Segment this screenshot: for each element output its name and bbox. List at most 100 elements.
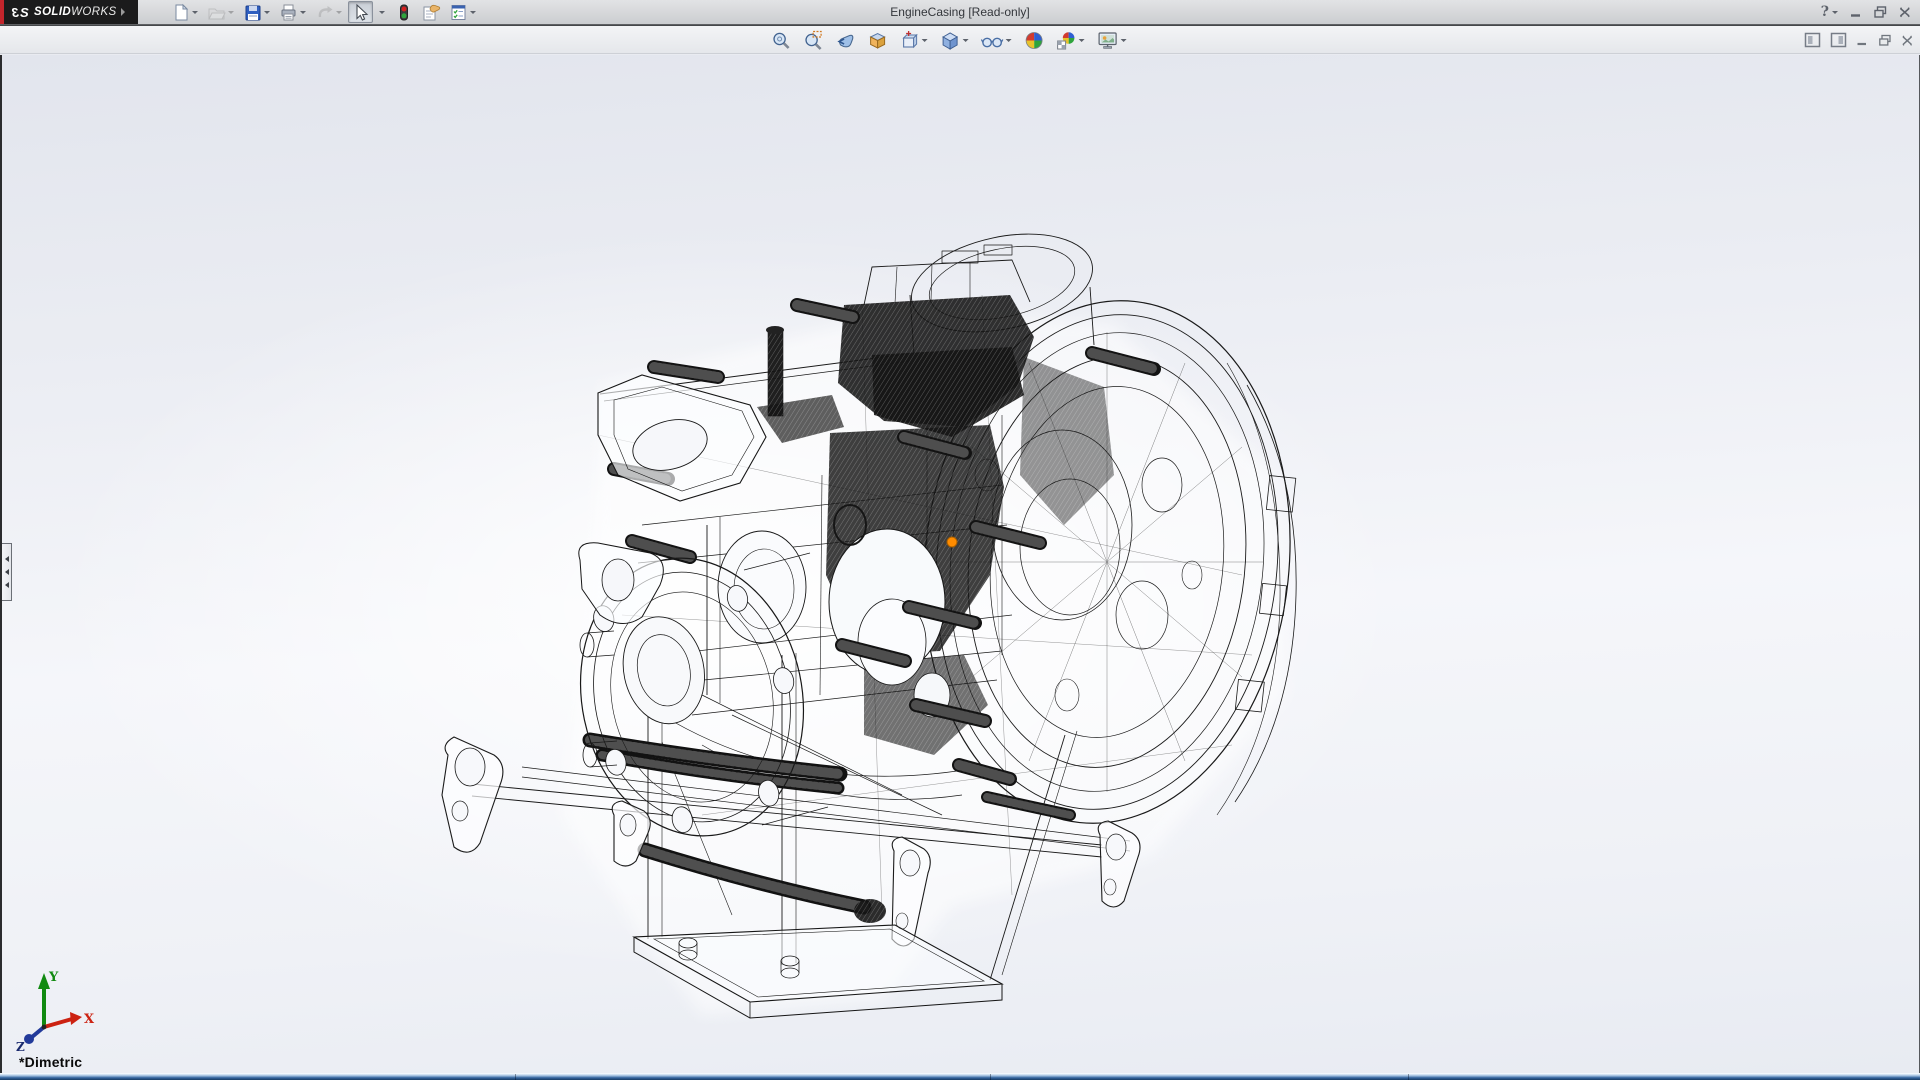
- undo-arrow-icon: [315, 3, 334, 22]
- collapse-arrow-icon: [5, 582, 9, 588]
- reference-triad: Y X Z: [2, 967, 98, 1055]
- svg-text:S: S: [20, 5, 29, 20]
- print-icon: [279, 3, 298, 22]
- traffic-light-button[interactable]: [391, 1, 416, 23]
- collapse-arrow-icon: [5, 556, 9, 562]
- dropdown-caret-icon[interactable]: [1832, 11, 1838, 14]
- dropdown-caret-icon: [379, 11, 385, 14]
- x-axis-label: X: [84, 1012, 95, 1027]
- z-axis-ball-icon: [24, 1034, 34, 1044]
- doc-minimize-button[interactable]: [1856, 34, 1869, 47]
- selection-point-marker[interactable]: [947, 537, 957, 547]
- help-icon: ?: [1821, 4, 1829, 20]
- close-button[interactable]: [1898, 5, 1912, 19]
- titlebar: 3 S SOLIDWORKS: [0, 0, 1920, 24]
- minimize-button[interactable]: [1849, 5, 1863, 19]
- open-document-button[interactable]: [204, 1, 238, 23]
- logo-wordmark: SOLIDWORKS: [34, 6, 117, 18]
- dropdown-caret-icon[interactable]: [470, 11, 476, 14]
- svg-text:3: 3: [11, 5, 19, 20]
- view-settings-button[interactable]: [1094, 27, 1131, 53]
- dropdown-caret-icon[interactable]: [336, 11, 342, 14]
- quick-access-toolbar: [168, 0, 480, 24]
- view-orientation-label: *Dimetric: [19, 1054, 82, 1070]
- bottom-window-frame: [0, 1073, 1920, 1080]
- zoom-to-fit-icon: [771, 30, 792, 51]
- headsup-view-toolbar: [768, 26, 1131, 54]
- doc-close-button[interactable]: [1901, 34, 1914, 47]
- select-tool-button[interactable]: [348, 1, 373, 23]
- window-controls: ?: [1821, 0, 1912, 24]
- pane-left-icon: [1804, 32, 1821, 48]
- eyeglasses-icon: [981, 30, 1004, 51]
- pane-left-button[interactable]: [1804, 32, 1821, 48]
- section-view-icon: [867, 30, 888, 51]
- z-axis-label: Z: [16, 1040, 25, 1054]
- 3ds-logo-icon: 3 S: [9, 4, 31, 20]
- zoom-to-area-button[interactable]: [800, 27, 827, 53]
- section-view-button[interactable]: [864, 27, 891, 53]
- file-properties-button[interactable]: [418, 1, 444, 23]
- minimize-icon: [1856, 34, 1869, 47]
- dropdown-caret-icon[interactable]: [1079, 39, 1085, 42]
- dropdown-caret-icon[interactable]: [922, 39, 928, 42]
- traffic-light-icon: [394, 3, 413, 22]
- hide-show-items-button[interactable]: [978, 27, 1016, 53]
- y-axis-label: Y: [48, 970, 59, 985]
- pane-right-button[interactable]: [1830, 32, 1847, 48]
- menu-row: [0, 26, 1920, 54]
- dropdown-caret-icon[interactable]: [228, 11, 234, 14]
- document-window-controls: [1804, 26, 1914, 54]
- save-floppy-icon: [243, 3, 262, 22]
- solidworks-window: 3 S SOLIDWORKS: [0, 0, 1920, 1080]
- logo-flyout-arrow-icon[interactable]: [121, 8, 125, 16]
- options-button[interactable]: [446, 1, 480, 23]
- open-folder-icon: [207, 3, 226, 22]
- options-checklist-icon: [449, 3, 468, 22]
- apply-scene-icon: [1056, 30, 1077, 51]
- window-title: EngineCasing [Read-only]: [890, 0, 1029, 24]
- dropdown-caret-icon[interactable]: [1006, 39, 1012, 42]
- select-cursor-icon: [351, 3, 370, 22]
- doc-restore-button[interactable]: [1878, 34, 1892, 47]
- featuremanager-flyout-tab[interactable]: [2, 543, 12, 601]
- view-orientation-button[interactable]: [896, 27, 932, 53]
- dropdown-caret-icon[interactable]: [1121, 39, 1127, 42]
- restore-icon: [1878, 34, 1892, 47]
- graphics-viewport[interactable]: Y X Z *Dimetric: [0, 55, 1920, 1073]
- engine-casing-wireframe-model[interactable]: [2, 55, 1919, 1073]
- display-style-icon: [940, 30, 961, 51]
- new-document-button[interactable]: [168, 1, 202, 23]
- edit-appearance-button[interactable]: [1021, 27, 1048, 53]
- restore-button[interactable]: [1873, 5, 1888, 19]
- previous-view-icon: [835, 30, 856, 51]
- close-icon: [1898, 5, 1912, 19]
- select-dropdown-button[interactable]: [375, 1, 389, 23]
- x-axis-arrow-icon: [70, 1012, 82, 1025]
- close-icon: [1901, 34, 1914, 47]
- new-document-icon: [171, 3, 190, 22]
- dropdown-caret-icon[interactable]: [300, 11, 306, 14]
- undo-button[interactable]: [312, 1, 346, 23]
- apply-scene-button[interactable]: [1053, 27, 1089, 53]
- previous-view-button[interactable]: [832, 27, 859, 53]
- zoom-to-fit-button[interactable]: [768, 27, 795, 53]
- save-button[interactable]: [240, 1, 274, 23]
- print-button[interactable]: [276, 1, 310, 23]
- view-settings-icon: [1097, 30, 1119, 51]
- pane-right-icon: [1830, 32, 1847, 48]
- file-properties-icon: [421, 3, 441, 22]
- dropdown-caret-icon[interactable]: [963, 39, 969, 42]
- display-style-button[interactable]: [937, 27, 973, 53]
- collapse-arrow-icon: [5, 569, 9, 575]
- logo-accent-stripe: [0, 0, 4, 24]
- dropdown-caret-icon[interactable]: [264, 11, 270, 14]
- solidworks-logo[interactable]: 3 S SOLIDWORKS: [0, 0, 138, 24]
- minimize-icon: [1849, 5, 1863, 19]
- zoom-to-area-icon: [803, 30, 824, 51]
- help-button[interactable]: ?: [1821, 4, 1839, 20]
- restore-icon: [1873, 5, 1888, 19]
- view-orientation-icon: [899, 30, 920, 51]
- dropdown-caret-icon[interactable]: [192, 11, 198, 14]
- appearance-ball-icon: [1024, 30, 1045, 51]
